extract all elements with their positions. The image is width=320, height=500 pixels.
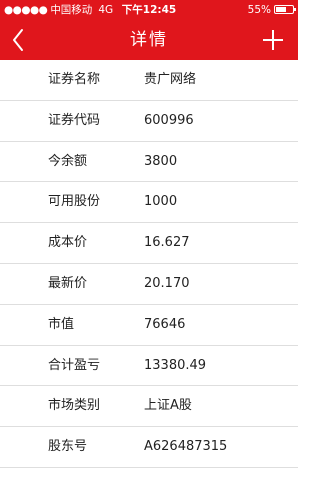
detail-value: 76646 <box>144 316 186 332</box>
detail-row-shareholder-id: 股东号 A626487315 <box>0 427 298 468</box>
detail-list: 证券名称 贵广网络 证券代码 600996 今余额 3800 可用股份 1000… <box>0 60 298 468</box>
nav-bar: 详情 <box>0 20 298 60</box>
detail-label: 合计盈亏 <box>48 357 101 373</box>
battery-icon <box>274 4 296 14</box>
plus-icon <box>263 30 283 50</box>
detail-value: 3800 <box>144 153 178 169</box>
detail-row-market-value: 市值 76646 <box>0 305 298 346</box>
detail-value: 13380.49 <box>144 357 207 373</box>
detail-value: 600996 <box>144 112 194 128</box>
detail-label: 成本价 <box>48 235 88 251</box>
detail-row-security-name: 证券名称 贵广网络 <box>0 60 298 101</box>
detail-label: 市场类别 <box>48 398 101 414</box>
detail-value: 20.170 <box>144 275 190 291</box>
detail-label: 今余额 <box>48 153 88 169</box>
detail-label: 证券名称 <box>48 72 101 87</box>
detail-label: 股东号 <box>48 439 88 455</box>
detail-label: 证券代码 <box>48 112 101 128</box>
detail-value: 上证A股 <box>144 398 192 414</box>
back-button[interactable] <box>8 24 36 56</box>
detail-value: 16.627 <box>144 235 190 251</box>
detail-row-current-balance: 今余额 3800 <box>0 142 298 183</box>
battery-percent: 55% <box>247 4 271 16</box>
detail-value: A626487315 <box>144 439 228 455</box>
chevron-left-icon <box>13 29 23 51</box>
detail-row-market-type: 市场类别 上证A股 <box>0 386 298 428</box>
detail-row-total-pnl: 合计盈亏 13380.49 <box>0 346 298 387</box>
status-right: 55% <box>247 0 296 20</box>
detail-row-available-shares: 可用股份 1000 <box>0 182 298 224</box>
header: ●●●●● 中国移动 4G 下午12:45 55% 详情 <box>0 0 298 60</box>
page-title: 详情 <box>130 30 168 50</box>
detail-row-security-code: 证券代码 600996 <box>0 101 298 142</box>
detail-label: 市值 <box>48 316 75 332</box>
add-button[interactable] <box>258 25 288 55</box>
detail-row-cost-price: 成本价 16.627 <box>0 223 298 264</box>
detail-label: 可用股份 <box>48 194 101 210</box>
detail-label: 最新价 <box>48 275 88 291</box>
detail-value: 贵广网络 <box>144 72 197 87</box>
detail-value: 1000 <box>144 194 178 210</box>
status-bar: ●●●●● 中国移动 4G 下午12:45 55% <box>0 0 298 20</box>
detail-row-latest-price: 最新价 20.170 <box>0 264 298 305</box>
